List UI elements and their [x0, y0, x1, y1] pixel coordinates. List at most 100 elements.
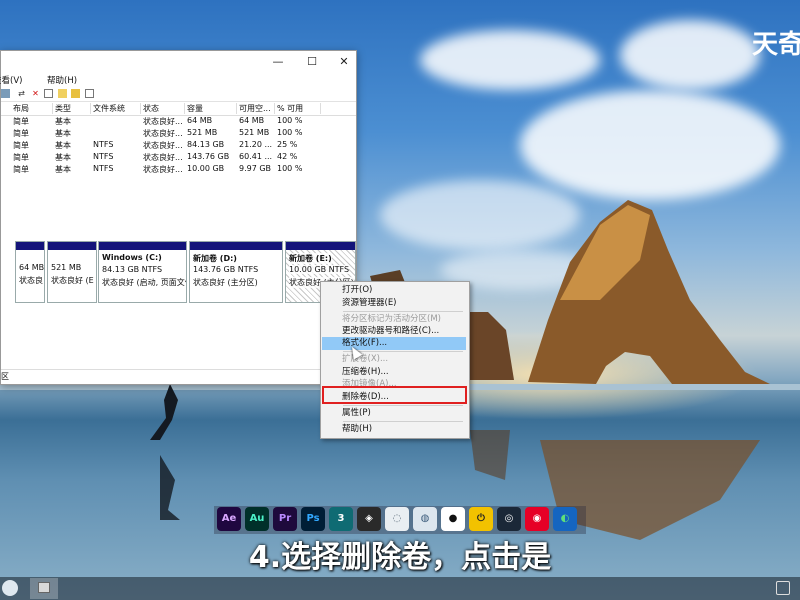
- table-cell: 84.13 GB: [187, 140, 225, 149]
- partition-size: 143.76 GB NTFS: [193, 265, 259, 274]
- table-row[interactable]: 简单 基本 NTFS 状态良好... 84.13 GB 21.20 ... 25 %: [1, 140, 356, 152]
- partition-c[interactable]: Windows (C:) 84.13 GB NTFS 状态良好 (启动, 页面文…: [98, 241, 187, 303]
- partition-64mb[interactable]: 64 MB 状态良: [15, 241, 45, 303]
- properties-icon[interactable]: [85, 89, 94, 98]
- close-button[interactable]: ✕: [329, 53, 359, 71]
- connect-icon[interactable]: ⇄: [17, 89, 26, 98]
- col-type[interactable]: 类型: [53, 103, 91, 114]
- table-cell: 100 %: [277, 128, 303, 137]
- after-effects-icon[interactable]: Ae: [217, 507, 241, 531]
- table-cell: 521 MB: [187, 128, 218, 137]
- brand-watermark: 天奇: [752, 30, 800, 60]
- table-cell: 25 %: [277, 140, 298, 149]
- audition-icon[interactable]: Au: [245, 507, 269, 531]
- notification-icon[interactable]: [776, 581, 790, 595]
- table-cell: 10.00 GB: [187, 164, 225, 173]
- table-row[interactable]: 简单 基本 NTFS 状态良好... 10.00 GB 9.97 GB 100 %: [1, 164, 356, 176]
- table-cell: 9.97 GB: [239, 164, 272, 173]
- table-cell: 64 MB: [187, 116, 213, 125]
- table-cell: 简单: [13, 129, 29, 138]
- menu-format[interactable]: 格式化(F)...: [322, 337, 466, 350]
- taskbar-app-disk-management[interactable]: [30, 578, 58, 599]
- table-cell: 基本: [55, 165, 71, 174]
- partition-name: 新加卷 (E:): [289, 253, 332, 264]
- partition-521mb[interactable]: 521 MB 状态良好 (E: [47, 241, 97, 303]
- title-bar[interactable]: — ☐ ✕: [1, 51, 356, 73]
- menu-extend-volume: 扩展卷(X)...: [342, 354, 389, 364]
- power-icon[interactable]: ⏻: [469, 507, 493, 531]
- partition-size: 10.00 GB NTFS: [289, 265, 350, 274]
- premiere-icon[interactable]: Pr: [273, 507, 297, 531]
- partition-status: 状态良好 (启动, 页面文件: [102, 278, 187, 287]
- table-cell: NTFS: [93, 164, 114, 173]
- check-icon[interactable]: [44, 89, 53, 98]
- minimize-button[interactable]: —: [263, 53, 293, 71]
- table-cell: 简单: [13, 153, 29, 162]
- col-layout[interactable]: 布局: [11, 103, 53, 114]
- table-cell: 42 %: [277, 152, 298, 161]
- delete-volume-highlight-box: [322, 386, 467, 404]
- table-cell: 基本: [55, 129, 71, 138]
- disk-graphical-view: 64 MB 状态良 521 MB 状态良好 (E Windows (C:) 84…: [1, 241, 356, 363]
- menu-explorer[interactable]: 资源管理器(E): [322, 297, 466, 310]
- table-cell: 状态良好...: [143, 153, 183, 162]
- table-cell: 64 MB: [239, 116, 265, 125]
- partition-status: 状态良好 (E: [51, 276, 94, 285]
- table-cell: 100 %: [277, 164, 303, 173]
- menu-help[interactable]: 帮助(H): [47, 74, 77, 86]
- table-cell: 21.20 ...: [239, 140, 273, 149]
- qq-icon[interactable]: ●: [441, 507, 465, 531]
- partition-name: Windows (C:): [102, 253, 162, 262]
- partition-size: 64 MB: [19, 263, 45, 272]
- table-cell: 状态良好...: [143, 165, 183, 174]
- partition-size: 84.13 GB NTFS: [102, 265, 163, 274]
- table-row[interactable]: 简单 基本 状态良好... 521 MB 521 MB 100 %: [1, 128, 356, 140]
- table-cell: 状态良好...: [143, 117, 183, 126]
- search-icon[interactable]: [71, 89, 80, 98]
- disk-management-window[interactable]: — ☐ ✕ 查看(V) 帮助(H) ⇄ ✕ 布局 类型 文件系统 状态 容量 可…: [0, 50, 357, 385]
- menu-view[interactable]: 查看(V): [0, 74, 22, 86]
- col-percent-free[interactable]: % 可用: [275, 103, 321, 114]
- col-capacity[interactable]: 容量: [185, 103, 237, 114]
- partition-status: 状态良好 (主分区): [193, 278, 258, 287]
- disk-management-icon: [38, 582, 50, 593]
- col-status[interactable]: 状态: [141, 103, 185, 114]
- maximize-button[interactable]: ☐: [297, 53, 327, 71]
- volume-list-icon[interactable]: [1, 89, 10, 98]
- photoshop-icon[interactable]: Ps: [301, 507, 325, 531]
- col-filesystem[interactable]: 文件系统: [91, 103, 141, 114]
- folder-icon[interactable]: [58, 89, 67, 98]
- table-cell: 状态良好...: [143, 129, 183, 138]
- start-icon[interactable]: [2, 580, 18, 596]
- globe-icon[interactable]: ◍: [413, 507, 437, 531]
- partition-d[interactable]: 新加卷 (D:) 143.76 GB NTFS 状态良好 (主分区): [189, 241, 283, 303]
- table-cell: 143.76 GB: [187, 152, 230, 161]
- tutorial-caption: 4.选择删除卷，点击是: [248, 540, 552, 575]
- partition-size: 521 MB: [51, 263, 82, 272]
- menu-help-item[interactable]: 帮助(H): [322, 423, 466, 436]
- volume-table: 布局 类型 文件系统 状态 容量 可用空... % 可用 简单 基本 状态良好...…: [1, 102, 356, 176]
- edge-icon[interactable]: ◐: [553, 507, 577, 531]
- drop-icon[interactable]: ◌: [385, 507, 409, 531]
- toolbar: ⇄ ✕: [1, 87, 356, 102]
- table-cell: 60.41 ...: [239, 152, 273, 161]
- menu-properties[interactable]: 属性(P): [322, 407, 466, 420]
- table-cell: NTFS: [93, 140, 114, 149]
- table-row[interactable]: 简单 基本 状态良好... 64 MB 64 MB 100 %: [1, 116, 356, 128]
- menu-bar: 查看(V) 帮助(H): [0, 73, 356, 87]
- netease-music-icon[interactable]: ◉: [525, 507, 549, 531]
- table-row[interactable]: 简单 基本 NTFS 状态良好... 143.76 GB 60.41 ... 42 %: [1, 152, 356, 164]
- context-menu: 打开(O) 资源管理器(E) 将分区标记为活动分区(M) 更改驱动器号和路径(C…: [320, 281, 470, 439]
- table-cell: 基本: [55, 141, 71, 150]
- volume-rows: 简单 基本 状态良好... 64 MB 64 MB 100 % 简单 基本 状态良好... 521…: [1, 116, 356, 176]
- table-cell: 简单: [13, 165, 29, 174]
- menu-open[interactable]: 打开(O): [322, 284, 466, 297]
- delete-icon[interactable]: ✕: [31, 89, 40, 98]
- unity-icon[interactable]: ◈: [357, 507, 381, 531]
- app-dock: Ae Au Pr Ps 3 ◈ ◌ ◍ ● ⏻ ◎ ◉ ◐: [214, 506, 586, 534]
- steam-icon[interactable]: ◎: [497, 507, 521, 531]
- table-cell: 基本: [55, 117, 71, 126]
- 3dsmax-icon[interactable]: 3: [329, 507, 353, 531]
- col-free[interactable]: 可用空...: [237, 103, 275, 114]
- partition-name: 新加卷 (D:): [193, 254, 237, 263]
